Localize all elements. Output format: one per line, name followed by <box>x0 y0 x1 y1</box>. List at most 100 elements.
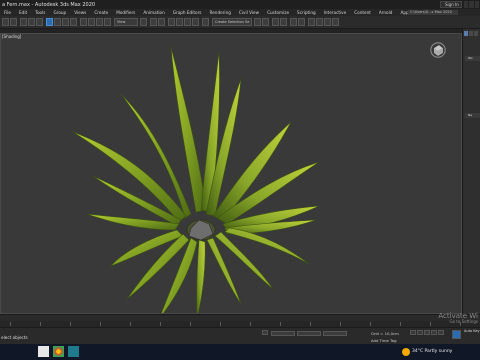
render-setup-icon[interactable] <box>316 18 323 26</box>
play-icon[interactable] <box>424 330 430 335</box>
schematic-view-icon[interactable] <box>298 18 305 26</box>
rollout-object-type[interactable]: Wo <box>465 56 480 61</box>
material-editor-icon[interactable] <box>308 18 315 26</box>
tick <box>280 322 281 326</box>
keyboard-shortcut-icon[interactable] <box>158 18 165 26</box>
named-selection-set-dropdown[interactable]: Create Selection Se <box>212 18 252 26</box>
menu-content[interactable]: Content <box>350 10 375 15</box>
select-object-icon[interactable] <box>46 18 53 26</box>
hierarchy-tab-icon[interactable] <box>474 31 478 36</box>
tick <box>100 322 101 326</box>
tick <box>250 322 251 326</box>
placement-icon[interactable] <box>104 18 111 26</box>
percent-snap-icon[interactable] <box>184 18 191 26</box>
tick <box>430 322 431 326</box>
align-icon[interactable] <box>262 18 269 26</box>
perspective-viewport[interactable]: [Shading] <box>0 33 462 314</box>
menu-file[interactable]: File <box>0 10 15 15</box>
lock-selection-icon[interactable] <box>262 330 268 335</box>
workspace-path-dropdown[interactable]: C:\Users\Ü...s Max 2020 <box>408 10 458 15</box>
tick <box>10 322 11 326</box>
unlink-icon[interactable] <box>28 18 35 26</box>
select-manipulate-icon[interactable] <box>150 18 157 26</box>
close-button[interactable] <box>474 1 479 8</box>
menu-interactive[interactable]: Interactive <box>320 10 351 15</box>
spinner-snap-icon[interactable] <box>192 18 199 26</box>
command-panel: Wo Na <box>462 29 480 314</box>
go-to-end-icon[interactable] <box>438 330 444 335</box>
fern-leaves <box>72 46 320 313</box>
time-slider[interactable] <box>0 314 480 321</box>
file-explorer-icon[interactable] <box>38 346 49 357</box>
tick <box>310 322 311 326</box>
sign-in-button[interactable]: Sign In <box>440 1 462 8</box>
menu-group[interactable]: Group <box>49 10 70 15</box>
maximize-button[interactable] <box>469 1 474 8</box>
x-coordinate-field[interactable] <box>271 331 295 336</box>
go-to-start-icon[interactable] <box>410 330 416 335</box>
fern-plant-model[interactable] <box>1 34 462 314</box>
tick <box>400 322 401 326</box>
prompt-line: elect objects <box>1 335 28 340</box>
minimize-button[interactable] <box>464 1 469 8</box>
menu-customize[interactable]: Customize <box>263 10 293 15</box>
layer-explorer-icon[interactable] <box>280 18 287 26</box>
pivot-center-icon[interactable] <box>140 18 147 26</box>
mirror-icon[interactable] <box>254 18 261 26</box>
render-production-icon[interactable] <box>332 18 339 26</box>
reference-coordinate-dropdown[interactable]: View <box>114 18 138 26</box>
rollout-name-and-color[interactable]: Na <box>465 113 480 118</box>
main-toolbar: View Create Selection Se <box>0 16 480 29</box>
move-icon[interactable] <box>80 18 87 26</box>
menu-create[interactable]: Create <box>90 10 112 15</box>
redo-icon[interactable] <box>10 18 17 26</box>
grid-size-readout: Grid = 10,0cm <box>371 331 399 336</box>
menu-modifiers[interactable]: Modifiers <box>112 10 139 15</box>
menu-civil-view[interactable]: Civil View <box>235 10 263 15</box>
activate-windows-watermark: Activate Wi Go to Settings <box>438 313 478 325</box>
menu-scripting[interactable]: Scripting <box>293 10 320 15</box>
menu-arnold[interactable]: Arnold <box>375 10 397 15</box>
next-frame-icon[interactable] <box>431 330 437 335</box>
window-crossing-icon[interactable] <box>70 18 77 26</box>
title-bar: a Fern.max - Autodesk 3ds Max 2020 Sign … <box>0 0 480 9</box>
auto-key-button[interactable]: Auto Key <box>464 329 480 333</box>
z-coordinate-field[interactable] <box>323 331 347 336</box>
tick <box>370 322 371 326</box>
scale-icon[interactable] <box>96 18 103 26</box>
tick <box>160 322 161 326</box>
menu-edit[interactable]: Edit <box>15 10 31 15</box>
tick <box>130 322 131 326</box>
zoom-extents-icon[interactable] <box>452 330 461 339</box>
previous-frame-icon[interactable] <box>417 330 423 335</box>
select-by-name-icon[interactable] <box>54 18 61 26</box>
3ds-max-taskbar-icon[interactable] <box>68 346 79 357</box>
modify-tab-icon[interactable] <box>469 31 473 36</box>
tick <box>70 322 71 326</box>
undo-icon[interactable] <box>2 18 9 26</box>
add-time-tag-button[interactable]: Add Time Tag <box>371 338 396 343</box>
rendered-frame-window-icon[interactable] <box>324 18 331 26</box>
bind-space-warp-icon[interactable] <box>36 18 43 26</box>
link-icon[interactable] <box>20 18 27 26</box>
weather-icon[interactable] <box>402 348 410 356</box>
menu-graph-editors[interactable]: Graph Editors <box>169 10 206 15</box>
menu-rendering[interactable]: Rendering <box>206 10 235 15</box>
snaps-toggle-icon[interactable] <box>168 18 175 26</box>
menu-animation[interactable]: Animation <box>139 10 168 15</box>
rotate-icon[interactable] <box>88 18 95 26</box>
menu-views[interactable]: Views <box>70 10 90 15</box>
weather-widget[interactable]: 34°C Partly sunny <box>412 349 452 354</box>
window-controls <box>464 1 479 8</box>
curve-editor-icon[interactable] <box>290 18 297 26</box>
selection-region-icon[interactable] <box>62 18 69 26</box>
angle-snap-icon[interactable] <box>176 18 183 26</box>
create-tab-icon[interactable] <box>464 31 468 36</box>
tick <box>40 322 41 326</box>
status-bar: elect objects Grid = 10,0cm Add Time Tag… <box>0 327 480 344</box>
menu-tools[interactable]: Tools <box>31 10 49 15</box>
scene-explorer-icon[interactable] <box>272 18 279 26</box>
chrome-icon[interactable] <box>53 346 64 357</box>
edit-named-selection-icon[interactable] <box>202 18 209 26</box>
y-coordinate-field[interactable] <box>297 331 321 336</box>
